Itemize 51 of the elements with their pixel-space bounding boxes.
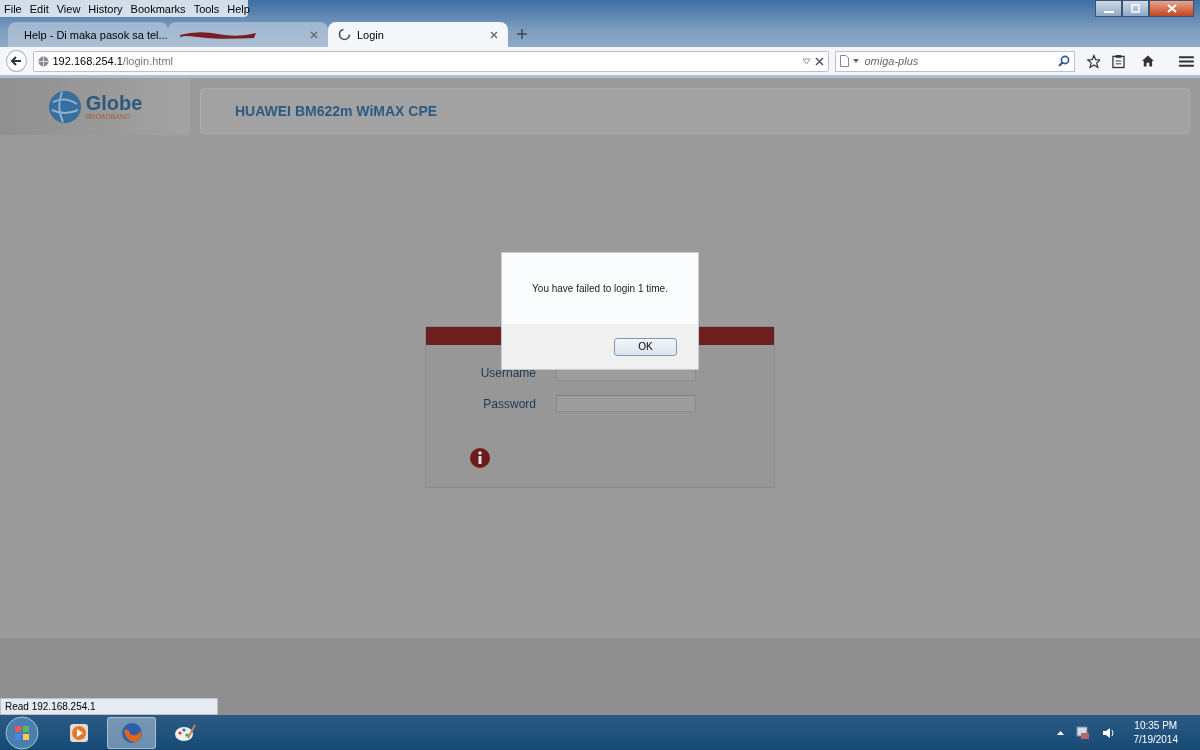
page-icon [839,55,849,67]
browser-tab[interactable] [168,22,328,47]
new-tab-icon[interactable] [516,28,528,40]
maximize-icon [1131,4,1140,13]
menu-item[interactable]: Edit [25,2,53,15]
maximize-button[interactable] [1122,0,1149,17]
clipboard-icon[interactable] [1112,53,1126,69]
back-button[interactable] [6,50,27,72]
start-button[interactable] [4,715,40,750]
back-arrow-icon [10,55,23,67]
home-icon[interactable] [1141,54,1156,68]
minimize-icon [1103,10,1114,13]
bookmark-star-icon[interactable] [1086,53,1101,69]
globe-logo-icon [47,89,82,124]
network-icon[interactable] [1075,725,1090,740]
search-field[interactable]: omiga-plus [862,54,1054,68]
field-label: Password [483,396,536,411]
menu-item[interactable]: Tools [189,2,224,15]
show-hidden-icons-icon[interactable] [1056,730,1064,735]
close-icon[interactable] [814,56,824,66]
close-icon[interactable] [490,30,498,39]
input-field[interactable] [556,395,696,412]
address-bar[interactable]: 192.168.254.1/login.html [32,50,829,72]
close-button[interactable] [1149,0,1194,17]
volume-icon[interactable] [1101,726,1116,739]
browser-tab[interactable]: Help - Di maka pasok sa tel... [8,22,168,47]
field-label: Username [480,365,536,380]
search-icon[interactable] [1057,55,1070,67]
clock[interactable]: 10:35 PM 7/19/2014 [1133,718,1178,747]
status-text: Read 192.168.254.1 [0,698,218,715]
taskbar-button[interactable] [107,716,156,749]
minimize-button[interactable] [1095,0,1122,17]
browser-icon [120,721,143,744]
menu-item[interactable]: Help [223,2,254,15]
dialog-message: You have failed to login 1 time. [532,283,668,294]
menu-item[interactable]: File [0,2,26,15]
menu-item[interactable]: View [52,2,85,15]
dropdown-icon[interactable] [852,59,859,63]
media-player-icon [67,721,90,744]
menu-item[interactable]: History [84,2,127,15]
page-title: HUAWEI BM622m WiMAX CPE [235,103,438,119]
ok-button[interactable]: OK [614,337,677,356]
globe-icon [37,55,49,67]
search-bar[interactable]: omiga-plus [834,50,1075,72]
menu-item[interactable]: Bookmarks [126,2,190,15]
browser-tab[interactable]: Login [328,22,508,47]
loading-icon [338,28,351,41]
close-icon [1166,4,1177,13]
info-icon [470,448,490,468]
brand-name: Globe [85,93,143,113]
menu-icon[interactable] [1179,54,1194,68]
